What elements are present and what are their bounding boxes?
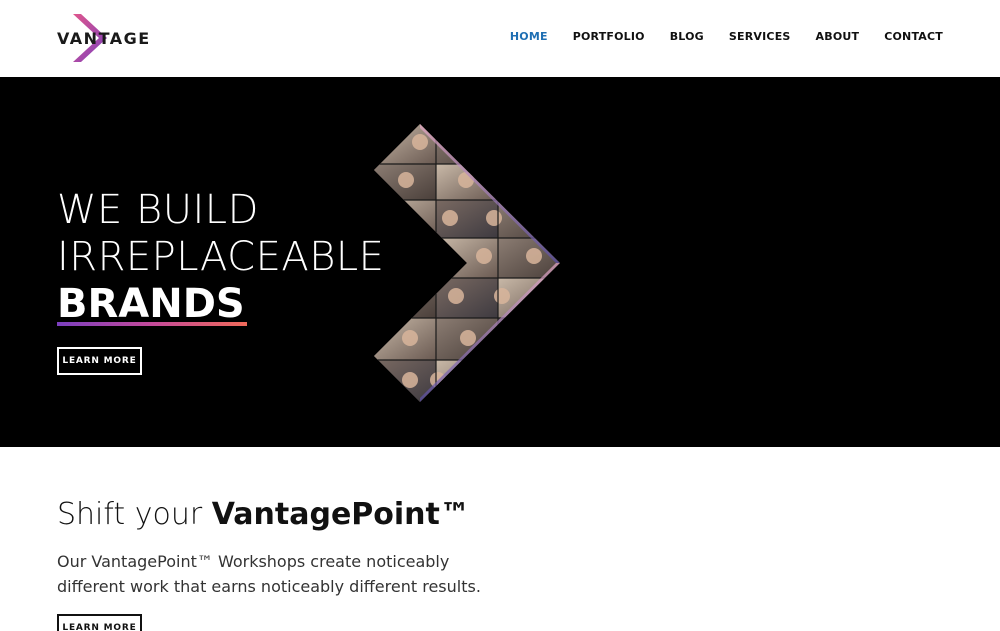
vantagepoint-section: Shift your VantagePoint™ Our VantagePoin… [0,447,1000,631]
main-nav: HOME PORTFOLIO BLOG SERVICES ABOUT CONTA… [485,30,943,43]
section-heading: Shift your VantagePoint™ [57,497,470,532]
nav-blog[interactable]: BLOG [670,30,704,43]
section-learn-more-button[interactable]: LEARN MORE [57,614,142,631]
section-heading-bold: VantagePoint™ [211,497,470,532]
nav-about[interactable]: ABOUT [816,30,860,43]
hero-line-2: IRREPLACEABLE [57,234,385,280]
logo[interactable]: VANTAGE [57,14,149,64]
hero-headline: WE BUILD IRREPLACEABLE BRANDS [57,187,384,328]
nav-home[interactable]: HOME [510,30,548,43]
section-heading-light: Shift your [57,497,212,532]
hero-brands-text: BRANDS [57,281,245,327]
nav-services[interactable]: SERVICES [729,30,791,43]
section-body: Our VantagePoint™ Workshops create notic… [57,552,481,596]
hero-underline [57,322,247,326]
hero-learn-more-button[interactable]: LEARN MORE [57,347,142,375]
hero-line-3: BRANDS [57,281,247,328]
site-header: VANTAGE HOME PORTFOLIO BLOG SERVICES ABO… [0,0,1000,77]
logo-text: VANTAGE [57,29,151,48]
nav-contact[interactable]: CONTACT [884,30,943,43]
video-call-collage-image [374,124,560,402]
nav-portfolio[interactable]: PORTFOLIO [573,30,645,43]
hero-banner: WE BUILD IRREPLACEABLE BRANDS LEARN MORE [0,77,1000,447]
hero-line-1: WE BUILD [57,187,259,233]
